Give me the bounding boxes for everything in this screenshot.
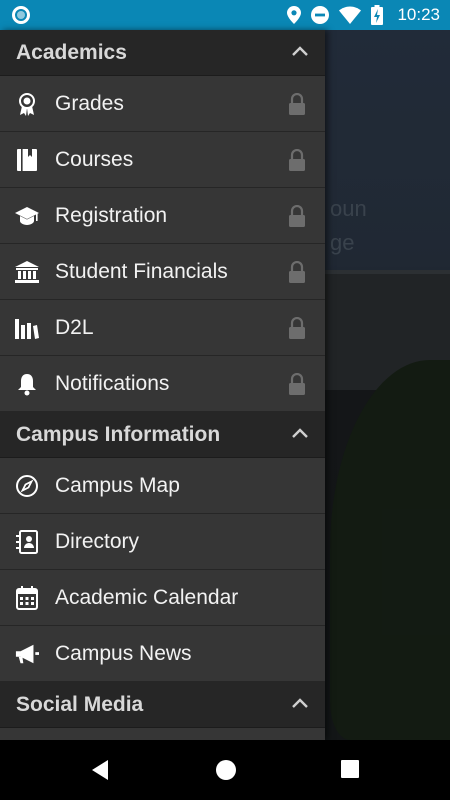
app-notification-icon — [12, 6, 30, 24]
drawer-item-student-financials[interactable]: Student Financials — [0, 244, 325, 300]
section-title: Academics — [16, 40, 127, 64]
contact-book-icon — [15, 529, 39, 554]
do-not-disturb-icon — [311, 6, 330, 24]
lock-icon — [289, 261, 305, 283]
drawer-item-registration[interactable]: Registration — [0, 188, 325, 244]
drawer-item-label: Academic Calendar — [55, 585, 239, 609]
book-icon — [15, 148, 39, 172]
drawer-item-label: Directory — [55, 529, 140, 553]
status-bar: 10:23 — [0, 0, 450, 30]
drawer-item-grades[interactable]: Grades — [0, 76, 325, 132]
lock-icon — [289, 373, 305, 395]
lock-icon — [289, 149, 305, 171]
bank-icon — [15, 260, 39, 284]
chevron-up-icon[interactable] — [291, 427, 309, 439]
drawer-item-courses[interactable]: Courses — [0, 132, 325, 188]
drawer-item-label: Campus News — [55, 641, 192, 665]
drawer-item-campus-map[interactable]: Campus Map — [0, 458, 325, 514]
drawer-item-label: Notifications — [55, 371, 170, 395]
wifi-icon — [339, 6, 362, 24]
location-icon — [287, 6, 302, 24]
drawer-item-label: Campus Map — [55, 473, 180, 497]
megaphone-icon — [15, 642, 39, 666]
award-icon — [15, 92, 39, 116]
drawer-item-label: Grades — [55, 91, 124, 115]
lock-icon — [289, 317, 305, 339]
navigation-drawer: Academics Grades Courses Registration St… — [0, 30, 325, 740]
drawer-item-academic-calendar[interactable]: Academic Calendar — [0, 570, 325, 626]
chevron-up-icon[interactable] — [291, 697, 309, 709]
home-icon[interactable] — [215, 759, 237, 781]
section-header-social-media[interactable]: Social Media — [0, 682, 325, 728]
bell-icon — [15, 372, 39, 396]
lock-icon — [289, 93, 305, 115]
status-time: 10:23 — [397, 5, 440, 24]
drawer-item-label: D2L — [55, 315, 94, 339]
calendar-icon — [15, 585, 39, 610]
drawer-item-d2l[interactable]: D2L — [0, 300, 325, 356]
drawer-item-label: Courses — [55, 147, 134, 171]
section-title: Campus Information — [16, 422, 221, 446]
books-icon — [15, 316, 39, 340]
drawer-item-directory[interactable]: Directory — [0, 514, 325, 570]
section-header-academics[interactable]: Academics — [0, 30, 325, 76]
drawer-item-campus-news[interactable]: Campus News — [0, 626, 325, 682]
compass-icon — [15, 474, 39, 498]
section-title: Social Media — [16, 692, 144, 716]
system-navigation-bar — [0, 740, 450, 800]
drawer-item-label: Student Financials — [55, 259, 228, 283]
recents-icon[interactable] — [340, 759, 360, 779]
drawer-item-label: Registration — [55, 203, 168, 227]
chevron-up-icon[interactable] — [291, 45, 309, 57]
section-header-campus-information[interactable]: Campus Information — [0, 412, 325, 458]
graduation-cap-icon — [15, 204, 39, 228]
drawer-item-notifications[interactable]: Notifications — [0, 356, 325, 412]
lock-icon — [289, 205, 305, 227]
battery-charging-icon — [371, 5, 384, 25]
back-icon[interactable] — [90, 759, 110, 781]
